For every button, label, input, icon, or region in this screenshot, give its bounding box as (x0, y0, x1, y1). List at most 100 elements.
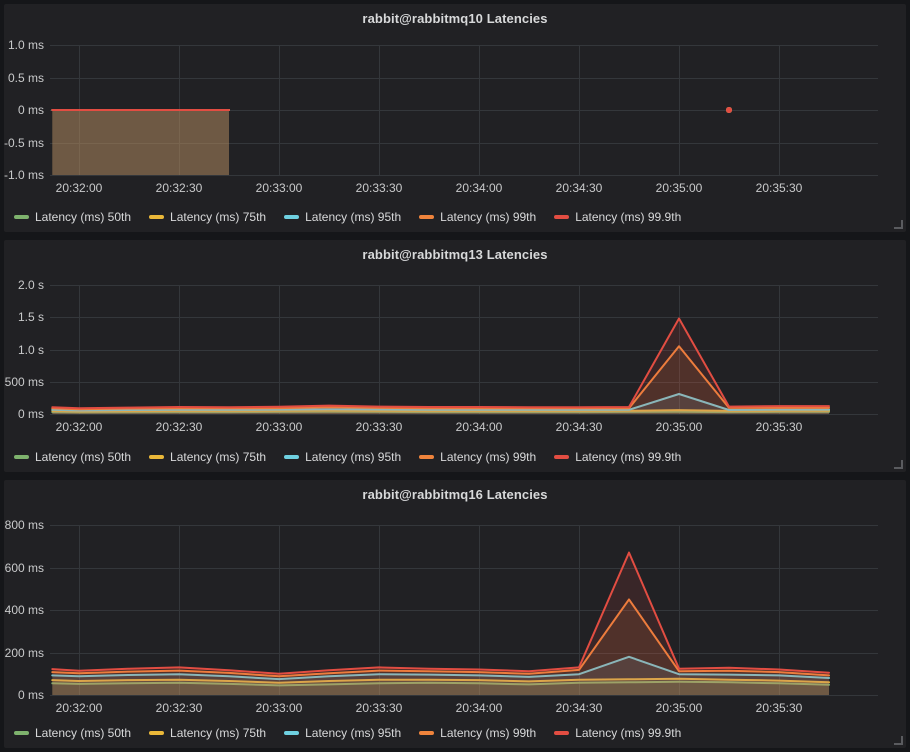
gridlines (50, 285, 878, 415)
series-color-swatch-icon (554, 215, 569, 219)
legend-item-latency-ms-99-9th[interactable]: Latency (ms) 99.9th (554, 450, 681, 464)
svg-text:200 ms: 200 ms (5, 646, 44, 660)
legend-label: Latency (ms) 50th (35, 726, 131, 740)
series-latency-ms-99-9th (52, 107, 732, 175)
svg-text:20:35:30: 20:35:30 (756, 181, 803, 195)
svg-text:800 ms: 800 ms (5, 518, 44, 532)
legend-label: Latency (ms) 99th (440, 210, 536, 224)
legend-item-latency-ms-99th[interactable]: Latency (ms) 99th (419, 726, 536, 740)
series-color-swatch-icon (554, 455, 569, 459)
svg-text:1.0 ms: 1.0 ms (8, 38, 44, 52)
data-point-marker (726, 107, 732, 113)
svg-text:20:34:00: 20:34:00 (456, 701, 503, 715)
latency-graph-rabbitmq10[interactable]: 1.0 ms0.5 ms0 ms-0.5 ms-1.0 ms20:32:0020… (4, 4, 906, 232)
svg-text:20:35:30: 20:35:30 (756, 701, 803, 715)
resize-handle-icon[interactable] (894, 736, 903, 745)
svg-text:20:34:00: 20:34:00 (456, 420, 503, 434)
legend-item-latency-ms-50th[interactable]: Latency (ms) 50th (14, 450, 131, 464)
x-axis-labels: 20:32:0020:32:3020:33:0020:33:3020:34:00… (56, 701, 803, 715)
legend-item-latency-ms-99th[interactable]: Latency (ms) 99th (419, 450, 536, 464)
resize-handle-icon[interactable] (894, 220, 903, 229)
svg-text:20:34:00: 20:34:00 (456, 181, 503, 195)
latency-graph-rabbitmq13[interactable]: 2.0 s1.5 s1.0 s500 ms0 ms20:32:0020:32:3… (4, 240, 906, 472)
legend-label: Latency (ms) 95th (305, 450, 401, 464)
legend-label: Latency (ms) 99th (440, 450, 536, 464)
legend-item-latency-ms-95th[interactable]: Latency (ms) 95th (284, 726, 401, 740)
series-color-swatch-icon (419, 731, 434, 735)
legend: Latency (ms) 50th Latency (ms) 75th Latenc… (14, 210, 681, 224)
legend-item-latency-ms-50th[interactable]: Latency (ms) 50th (14, 210, 131, 224)
legend-label: Latency (ms) 50th (35, 450, 131, 464)
svg-text:20:33:30: 20:33:30 (356, 181, 403, 195)
svg-text:20:33:00: 20:33:00 (256, 181, 303, 195)
svg-text:20:32:00: 20:32:00 (56, 420, 103, 434)
svg-text:20:33:00: 20:33:00 (256, 701, 303, 715)
legend-item-latency-ms-50th[interactable]: Latency (ms) 50th (14, 726, 131, 740)
y-axis-labels: 2.0 s1.5 s1.0 s500 ms0 ms (5, 278, 44, 421)
legend-label: Latency (ms) 75th (170, 726, 266, 740)
svg-text:20:32:30: 20:32:30 (156, 701, 203, 715)
panel-rabbitmq13-latencies: 2.0 s1.5 s1.0 s500 ms0 ms20:32:0020:32:3… (4, 240, 906, 472)
legend-label: Latency (ms) 75th (170, 210, 266, 224)
svg-text:0 ms: 0 ms (18, 103, 44, 117)
panel-title[interactable]: rabbit@rabbitmq10 Latencies (4, 11, 906, 26)
legend-label: Latency (ms) 75th (170, 450, 266, 464)
panel-rabbitmq16-latencies: 800 ms600 ms400 ms200 ms0 ms20:32:0020:3… (4, 480, 906, 748)
svg-text:500 ms: 500 ms (5, 375, 44, 389)
y-axis-labels: 800 ms600 ms400 ms200 ms0 ms (5, 518, 44, 702)
legend-item-latency-ms-75th[interactable]: Latency (ms) 75th (149, 726, 266, 740)
svg-text:-1.0 ms: -1.0 ms (4, 168, 44, 182)
svg-text:0 ms: 0 ms (18, 407, 44, 421)
series-color-swatch-icon (419, 215, 434, 219)
y-axis-labels: 1.0 ms 0.5 ms 0 ms -0.5 ms -1.0 ms (4, 38, 44, 182)
series-color-swatch-icon (284, 731, 299, 735)
series-latency-ms-99-9th (52, 553, 829, 695)
svg-text:600 ms: 600 ms (5, 561, 44, 575)
legend-label: Latency (ms) 99th (440, 726, 536, 740)
svg-text:20:34:30: 20:34:30 (556, 181, 603, 195)
svg-text:0.5 ms: 0.5 ms (8, 71, 44, 85)
svg-text:1.5 s: 1.5 s (18, 310, 44, 324)
legend-label: Latency (ms) 99.9th (575, 726, 681, 740)
svg-text:20:32:30: 20:32:30 (156, 181, 203, 195)
series-color-swatch-icon (419, 455, 434, 459)
legend-item-latency-ms-95th[interactable]: Latency (ms) 95th (284, 450, 401, 464)
svg-text:20:32:30: 20:32:30 (156, 420, 203, 434)
legend-item-latency-ms-99th[interactable]: Latency (ms) 99th (419, 210, 536, 224)
x-axis-labels: 20:32:0020:32:3020:33:0020:33:3020:34:00… (56, 420, 803, 434)
series-color-swatch-icon (284, 215, 299, 219)
legend: Latency (ms) 50th Latency (ms) 75th Latenc… (14, 726, 681, 740)
svg-text:-0.5 ms: -0.5 ms (4, 136, 44, 150)
legend-label: Latency (ms) 50th (35, 210, 131, 224)
panel-rabbitmq10-latencies: 1.0 ms0.5 ms0 ms-0.5 ms-1.0 ms20:32:0020… (4, 4, 906, 232)
series-color-swatch-icon (149, 455, 164, 459)
svg-text:20:34:30: 20:34:30 (556, 420, 603, 434)
legend-item-latency-ms-99-9th[interactable]: Latency (ms) 99.9th (554, 210, 681, 224)
svg-text:20:32:00: 20:32:00 (56, 181, 103, 195)
legend-item-latency-ms-95th[interactable]: Latency (ms) 95th (284, 210, 401, 224)
x-axis-labels: 20:32:00 20:32:30 20:33:00 20:33:30 20:34:00… (56, 181, 803, 195)
panel-title[interactable]: rabbit@rabbitmq16 Latencies (4, 487, 906, 502)
svg-text:400 ms: 400 ms (5, 603, 44, 617)
legend-item-latency-ms-75th[interactable]: Latency (ms) 75th (149, 450, 266, 464)
series-color-swatch-icon (14, 215, 29, 219)
series-color-swatch-icon (554, 731, 569, 735)
svg-text:1.0 s: 1.0 s (18, 343, 44, 357)
svg-text:20:35:00: 20:35:00 (656, 181, 703, 195)
svg-text:20:33:30: 20:33:30 (356, 420, 403, 434)
legend-item-latency-ms-99-9th[interactable]: Latency (ms) 99.9th (554, 726, 681, 740)
svg-text:20:34:30: 20:34:30 (556, 701, 603, 715)
grafana-dashboard: 1.0 ms0.5 ms0 ms-0.5 ms-1.0 ms20:32:0020… (0, 0, 910, 752)
panel-title[interactable]: rabbit@rabbitmq13 Latencies (4, 247, 906, 262)
legend-label: Latency (ms) 95th (305, 210, 401, 224)
svg-text:20:35:30: 20:35:30 (756, 420, 803, 434)
svg-text:20:35:00: 20:35:00 (656, 701, 703, 715)
legend-item-latency-ms-75th[interactable]: Latency (ms) 75th (149, 210, 266, 224)
resize-handle-icon[interactable] (894, 460, 903, 469)
svg-text:20:35:00: 20:35:00 (656, 420, 703, 434)
series-color-swatch-icon (14, 731, 29, 735)
series-color-swatch-icon (284, 455, 299, 459)
latency-graph-rabbitmq16[interactable]: 800 ms600 ms400 ms200 ms0 ms20:32:0020:3… (4, 480, 906, 748)
svg-text:20:32:00: 20:32:00 (56, 701, 103, 715)
legend-label: Latency (ms) 99.9th (575, 210, 681, 224)
